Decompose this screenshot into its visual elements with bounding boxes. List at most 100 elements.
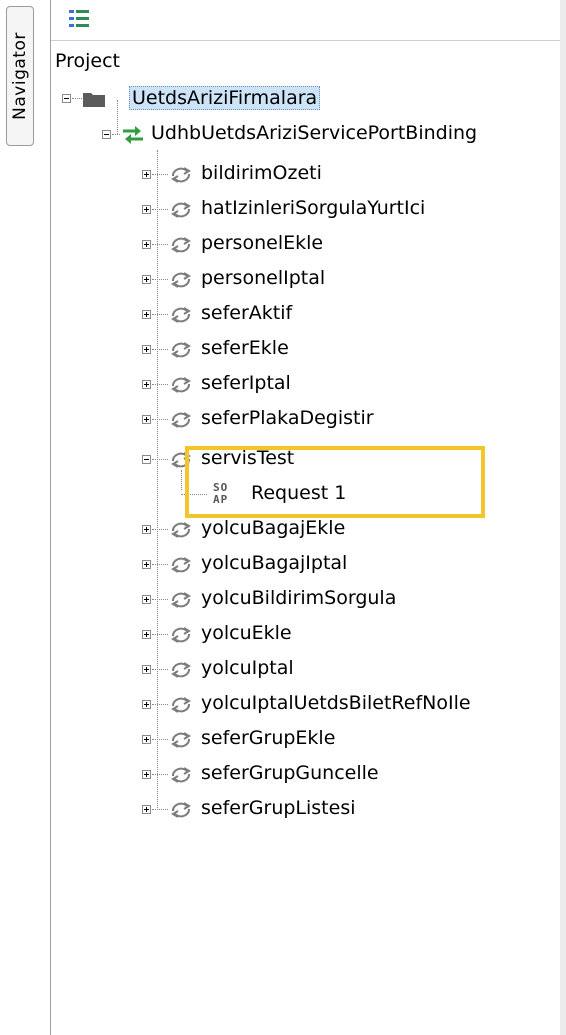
tree-node-operation-sefer-iptal[interactable]: seferIptal: [51, 370, 551, 400]
tree-connector: [152, 634, 168, 635]
tree-node-project[interactable]: UetdsAriziFirmalara: [51, 84, 551, 114]
project-root-label: Project: [55, 50, 121, 72]
tree-connector: [152, 209, 168, 210]
operation-refresh-icon: [169, 765, 193, 785]
expand-toggle-icon[interactable]: [142, 805, 151, 814]
tree-connector: [152, 564, 168, 565]
tree-connector: [152, 314, 168, 315]
tree-list-icon[interactable]: [69, 10, 89, 28]
expand-toggle-icon[interactable]: [142, 275, 151, 284]
tree-connector: [152, 529, 168, 530]
operation-label: hatIzinleriSorgulaYurtIci: [201, 197, 426, 219]
collapse-toggle-icon[interactable]: [62, 94, 71, 103]
tree-node-operation-sefer-grup-ekle[interactable]: seferGrupEkle: [51, 725, 551, 755]
project-name-label: UetdsAriziFirmalara: [129, 86, 321, 110]
expand-toggle-icon[interactable]: [142, 630, 151, 639]
tree-connector: [152, 599, 168, 600]
expand-toggle-icon[interactable]: [142, 525, 151, 534]
expand-toggle-icon[interactable]: [142, 345, 151, 354]
tree-connector: [112, 134, 120, 135]
operation-refresh-icon: [169, 555, 193, 575]
operation-label: personelIptal: [201, 267, 326, 289]
tree-node-operation-yolcu-iptal[interactable]: yolcuIptal: [51, 655, 551, 685]
expand-toggle-icon[interactable]: [142, 665, 151, 674]
tree-connector: [152, 774, 168, 775]
expand-toggle-icon[interactable]: [142, 205, 151, 214]
expand-toggle-icon[interactable]: [142, 310, 151, 319]
tree-node-operation-yolcu-ekle[interactable]: yolcuEkle: [51, 620, 551, 650]
operation-refresh-icon: [169, 200, 193, 220]
operation-label: yolcuIptalUetdsBiletRefNoIle: [201, 692, 471, 714]
operation-label: personelEkle: [201, 232, 324, 254]
expand-toggle-icon[interactable]: [142, 735, 151, 744]
tree-connector: [152, 739, 168, 740]
operation-label: seferGrupGuncelle: [201, 762, 379, 784]
tree-connector: [152, 349, 168, 350]
navigator-tab-label: Navigator: [10, 32, 30, 120]
tree-connector: [152, 244, 168, 245]
operation-refresh-icon: [169, 165, 193, 185]
operation-label: yolcuIptal: [201, 657, 294, 679]
operation-label: bildirimOzeti: [201, 162, 322, 184]
operation-refresh-icon: [169, 305, 193, 325]
highlight-box: [185, 446, 485, 518]
tree-connector: [72, 98, 82, 99]
tree-node-operation-yolcu-iptal-uetds-bilet-ref-no-ile[interactable]: yolcuIptalUetdsBiletRefNoIle: [51, 690, 551, 720]
operation-refresh-icon: [169, 270, 193, 290]
operation-refresh-icon: [169, 590, 193, 610]
tree-node-operation-sefer-grup-listesi[interactable]: seferGrupListesi: [51, 795, 551, 825]
tree-node-operation-personel-iptal[interactable]: personelIptal: [51, 265, 551, 295]
expand-toggle-icon[interactable]: [142, 415, 151, 424]
collapse-toggle-icon[interactable]: [142, 455, 151, 464]
expand-toggle-icon[interactable]: [142, 595, 151, 604]
tree-node-operation-yolcu-bagaj-iptal[interactable]: yolcuBagajIptal: [51, 550, 551, 580]
tree-node-operation-yolcu-bagaj-ekle[interactable]: yolcuBagajEkle: [51, 515, 551, 545]
tree-connector: [152, 419, 168, 420]
collapse-toggle-icon[interactable]: [102, 130, 111, 139]
tree-connector: [152, 279, 168, 280]
navigator-tab[interactable]: Navigator: [6, 6, 34, 146]
expand-toggle-icon[interactable]: [142, 240, 151, 249]
tree-node-operation-hat-izinleri-sorgula-yurt-ici[interactable]: hatIzinleriSorgulaYurtIci: [51, 195, 551, 225]
expand-toggle-icon[interactable]: [142, 170, 151, 179]
window-edge: [560, 0, 566, 1035]
operation-label: yolcuBildirimSorgula: [201, 587, 397, 609]
tree-node-operation-sefer-plaka-degistir[interactable]: seferPlakaDegistir: [51, 405, 551, 435]
folder-icon: [83, 91, 105, 107]
operation-label: seferGrupEkle: [201, 727, 336, 749]
tree-node-operation-yolcu-bildirim-sorgula[interactable]: yolcuBildirimSorgula: [51, 585, 551, 615]
expand-toggle-icon[interactable]: [142, 380, 151, 389]
expand-toggle-icon[interactable]: [142, 770, 151, 779]
operation-refresh-icon: [169, 730, 193, 750]
tree-node-operation-sefer-ekle[interactable]: seferEkle: [51, 335, 551, 365]
operation-refresh-icon: [169, 695, 193, 715]
tree-node-operation-sefer-aktif[interactable]: seferAktif: [51, 300, 551, 330]
tree-connector: [152, 384, 168, 385]
operation-label: seferGrupListesi: [201, 797, 356, 819]
expand-toggle-icon[interactable]: [142, 560, 151, 569]
tree-node-binding[interactable]: UdhbUetdsAriziServicePortBinding: [51, 120, 556, 150]
binding-name-label: UdhbUetdsAriziServicePortBinding: [151, 122, 478, 144]
tree-connector: [152, 669, 168, 670]
operation-label: seferPlakaDegistir: [201, 407, 374, 429]
operation-refresh-icon: [169, 625, 193, 645]
operation-refresh-icon: [169, 800, 193, 820]
operation-label: yolcuBagajEkle: [201, 517, 346, 539]
tree-node-operation-bildirim-ozeti[interactable]: bildirimOzeti: [51, 160, 551, 190]
operation-refresh-icon: [169, 410, 193, 430]
tree-connector: [152, 704, 168, 705]
operation-refresh-icon: [169, 660, 193, 680]
expand-toggle-icon[interactable]: [142, 700, 151, 709]
operation-label: seferEkle: [201, 337, 289, 359]
operation-refresh-icon: [169, 235, 193, 255]
operation-refresh-icon: [169, 520, 193, 540]
tree-node-operation-sefer-grup-guncelle[interactable]: seferGrupGuncelle: [51, 760, 551, 790]
tree-connector: [152, 809, 168, 810]
operation-label: yolcuBagajIptal: [201, 552, 348, 574]
operation-label: yolcuEkle: [201, 622, 292, 644]
tree-connector: [152, 459, 168, 460]
tree-node-operation-personel-ekle[interactable]: personelEkle: [51, 230, 551, 260]
navigator-panel: Project UetdsAriziFirmalara UdhbUetdsAriz…: [50, 0, 562, 1035]
tree-connector: [152, 174, 168, 175]
operation-label: seferIptal: [201, 372, 291, 394]
